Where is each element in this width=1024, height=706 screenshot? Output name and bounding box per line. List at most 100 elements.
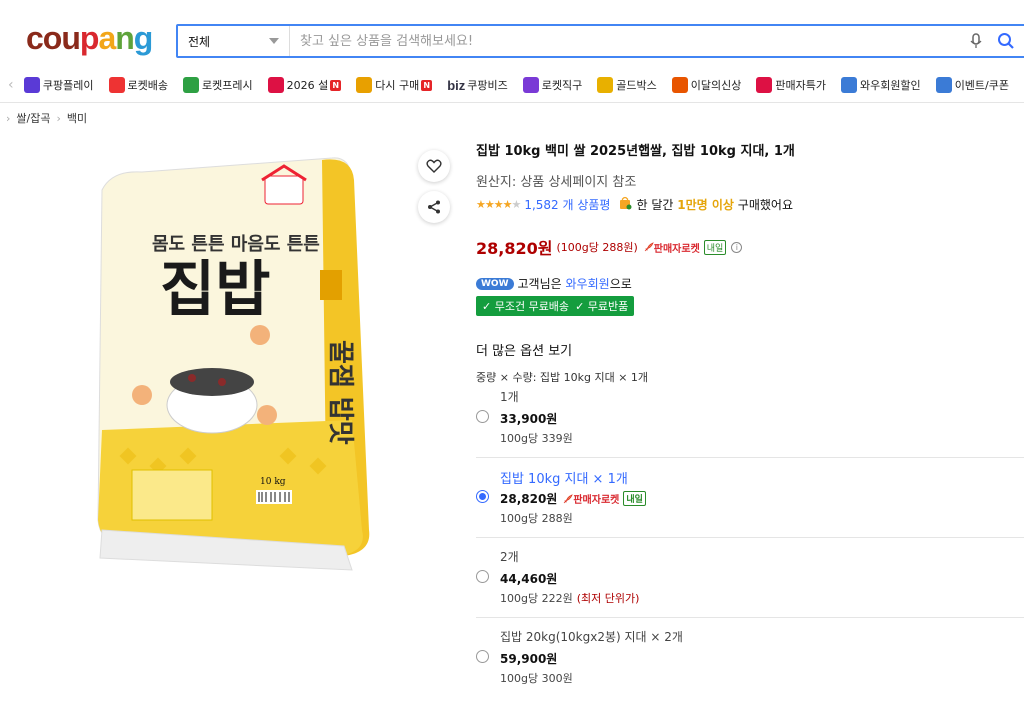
share-button[interactable] [418, 191, 450, 223]
rating-row: ★★★★★ 1,582 개 상품평 한 달간 1만명 이상 구매했어요 [476, 196, 1024, 213]
category-nav: ‹ 쿠팡플레이 로켓배송 로켓프레시 2026 설 N 다시 구매 Nbiz 쿠팡비즈 로켓직구… [0, 70, 1024, 100]
option-radio[interactable] [476, 570, 489, 583]
option-item[interactable]: 집밥 10kg 지대 × 1개 28,820원 판매자로켓 내일 100g당 288원 [476, 458, 1024, 538]
nav-item[interactable]: 와우회원할인 [840, 77, 921, 93]
play-icon [23, 77, 40, 93]
option-price-row: 33,900원 [500, 410, 557, 427]
nav-item[interactable]: 쿠팡플레이 [23, 77, 94, 93]
review-count-link[interactable]: 1,582 개 상품평 [524, 196, 610, 213]
nav-item-label: 로켓직구 [541, 79, 583, 92]
product-title: 집밥 10kg 백미 쌀 2025년햅쌀, 집밥 10kg 지대, 1개 [476, 144, 795, 159]
product-image[interactable]: 집밥 몸도 튼튼 마음도 튼튼 꿀잼 밥맛 10 kg [82, 150, 382, 580]
option-list: 1개 33,900원 100g당 339원집밥 10kg 지대 × 1개 28,820… [476, 378, 1024, 698]
free-shipping-box: ✓ 무조건 무료배송 ✓ 무료반품 [476, 296, 635, 316]
option-item[interactable]: 집밥 20kg(10kgx2봉) 지대 × 2개 59,900원 100g당 300… [476, 618, 1024, 698]
weight-label: 10 kg [260, 477, 286, 487]
product-info: 집밥 10kg 백미 쌀 2025년햅쌀, 집밥 10kg 지대, 1개 원산지… [476, 140, 1024, 385]
rocket-icon [564, 493, 574, 503]
option-name: 1개 [500, 390, 519, 404]
home-icon [356, 77, 373, 93]
new-badge: N [330, 79, 342, 91]
category-select[interactable]: 전체 [178, 26, 290, 56]
purchase-pre: 한 달간 [636, 198, 674, 212]
svg-text:몸도 튼튼 마음도 튼튼: 몸도 튼튼 마음도 튼튼 [152, 234, 320, 255]
nav-item[interactable]: 로켓배송 [108, 77, 168, 93]
option-unit-price-row: 100g당 222원 (최저 단위가) [500, 590, 639, 606]
svg-text:꿀잼 밥맛: 꿀잼 밥맛 [325, 340, 355, 445]
option-price: 33,900원 [500, 412, 558, 426]
breadcrumb-separator: › [56, 111, 61, 125]
microphone-icon[interactable] [964, 29, 988, 53]
option-unit-price: 100g당 300원 [500, 672, 573, 685]
rocket-fresh-icon [183, 77, 199, 93]
lowest-unit-price-note: (최저 단위가) [576, 592, 640, 605]
biz-icon: biz [447, 77, 466, 93]
more-options-heading: 더 많은 옵션 보기 [476, 344, 573, 359]
nav-item-label: 로켓배송 [127, 79, 168, 92]
option-price: 44,460원 [500, 572, 558, 586]
nav-item[interactable]: 로켓프레시 [183, 77, 253, 93]
purchase-count: 1만명 이상 [677, 198, 734, 212]
wow-icon [840, 77, 857, 93]
breadcrumb-separator: › [6, 111, 11, 125]
nav-item[interactable]: 이달의신상 [671, 77, 741, 93]
option-price-row: 44,460원 [500, 570, 557, 587]
option-unit-price-row: 100g당 339원 [500, 430, 573, 446]
nav-item[interactable]: 2026 설N [267, 77, 342, 93]
search-icon[interactable] [994, 29, 1018, 53]
logo-part: cou [26, 20, 81, 56]
star-rating[interactable]: ★★★★★ [476, 198, 521, 211]
shopping-bag-icon [618, 196, 632, 213]
search-input[interactable] [290, 26, 964, 56]
chevron-down-icon [269, 38, 279, 44]
breadcrumb-item[interactable]: 백미 [67, 110, 87, 126]
nav-item[interactable]: 다시 구매 N [356, 77, 433, 93]
option-name: 집밥 10kg 지대 × 1개 [500, 472, 628, 487]
coupang-logo[interactable]: coupang [26, 20, 153, 57]
breadcrumb-item[interactable]: 쌀/잡곡 [16, 110, 50, 126]
option-item[interactable]: 1개 33,900원 100g당 339원 [476, 378, 1024, 458]
tomorrow-badge: 내일 [623, 491, 646, 506]
option-unit-price: 100g당 339원 [500, 432, 573, 445]
info-icon[interactable]: i [731, 241, 743, 253]
wow-pre: 고객님은 [517, 277, 562, 291]
nav-item[interactable]: 골드박스 [597, 77, 657, 93]
rocket-badge: 판매자로켓 [644, 240, 700, 255]
favorite-button[interactable] [418, 150, 450, 182]
new-bag-icon [671, 77, 688, 93]
rocket-icon [108, 77, 125, 93]
purchase-stat: 한 달간 1만명 이상 구매했어요 [636, 196, 793, 213]
rocket-label: 판매자로켓 [573, 495, 620, 506]
free-shipping: ✓ 무조건 무료배송 [482, 300, 570, 313]
tomorrow-badge: 내일 [703, 239, 727, 255]
percent-icon [756, 77, 773, 93]
chevron-left-icon[interactable]: ‹ [8, 77, 24, 93]
nav-item-label: 쿠팡비즈 [467, 79, 508, 92]
gift-icon [267, 77, 284, 93]
option-item[interactable]: 2개 44,460원 100g당 222원 (최저 단위가) [476, 538, 1024, 618]
nav-item[interactable]: 로켓직구 [522, 77, 583, 93]
nav-item[interactable]: 이벤트/쿠폰 [935, 77, 1009, 93]
product-origin: 원산지: 상품 상세페이지 참조 [476, 175, 637, 190]
option-unit-price-row: 100g당 288원 [500, 510, 573, 526]
purchase-post: 구매했어요 [737, 198, 793, 212]
nav-item-label: 골드박스 [616, 79, 657, 92]
category-select-value: 전체 [188, 34, 211, 49]
nav-item[interactable]: biz 쿠팡비즈 [447, 77, 508, 93]
option-price-row: 28,820원 판매자로켓 내일 [500, 490, 646, 507]
price-row: 28,820원 (100g당 288원) 판매자로켓 내일 i [476, 235, 1024, 259]
nav-item-label: 쿠팡플레이 [42, 79, 94, 92]
option-radio[interactable] [476, 490, 489, 503]
option-radio[interactable] [476, 410, 489, 423]
nav-item[interactable]: 판매자특가 [756, 77, 826, 93]
free-return: ✓ 무료반품 [575, 300, 629, 313]
option-name: 집밥 20kg(10kgx2봉) 지대 × 2개 [500, 630, 683, 644]
logo-part: n [115, 20, 135, 56]
package-name-text: 집밥 [160, 255, 270, 325]
logo-part: a [98, 20, 116, 56]
nav-item-label: 다시 구매 [375, 79, 420, 92]
wow-member: 와우회원 [565, 277, 610, 291]
goldbox-icon [597, 77, 614, 93]
divider [0, 102, 1024, 103]
option-radio[interactable] [476, 650, 489, 663]
